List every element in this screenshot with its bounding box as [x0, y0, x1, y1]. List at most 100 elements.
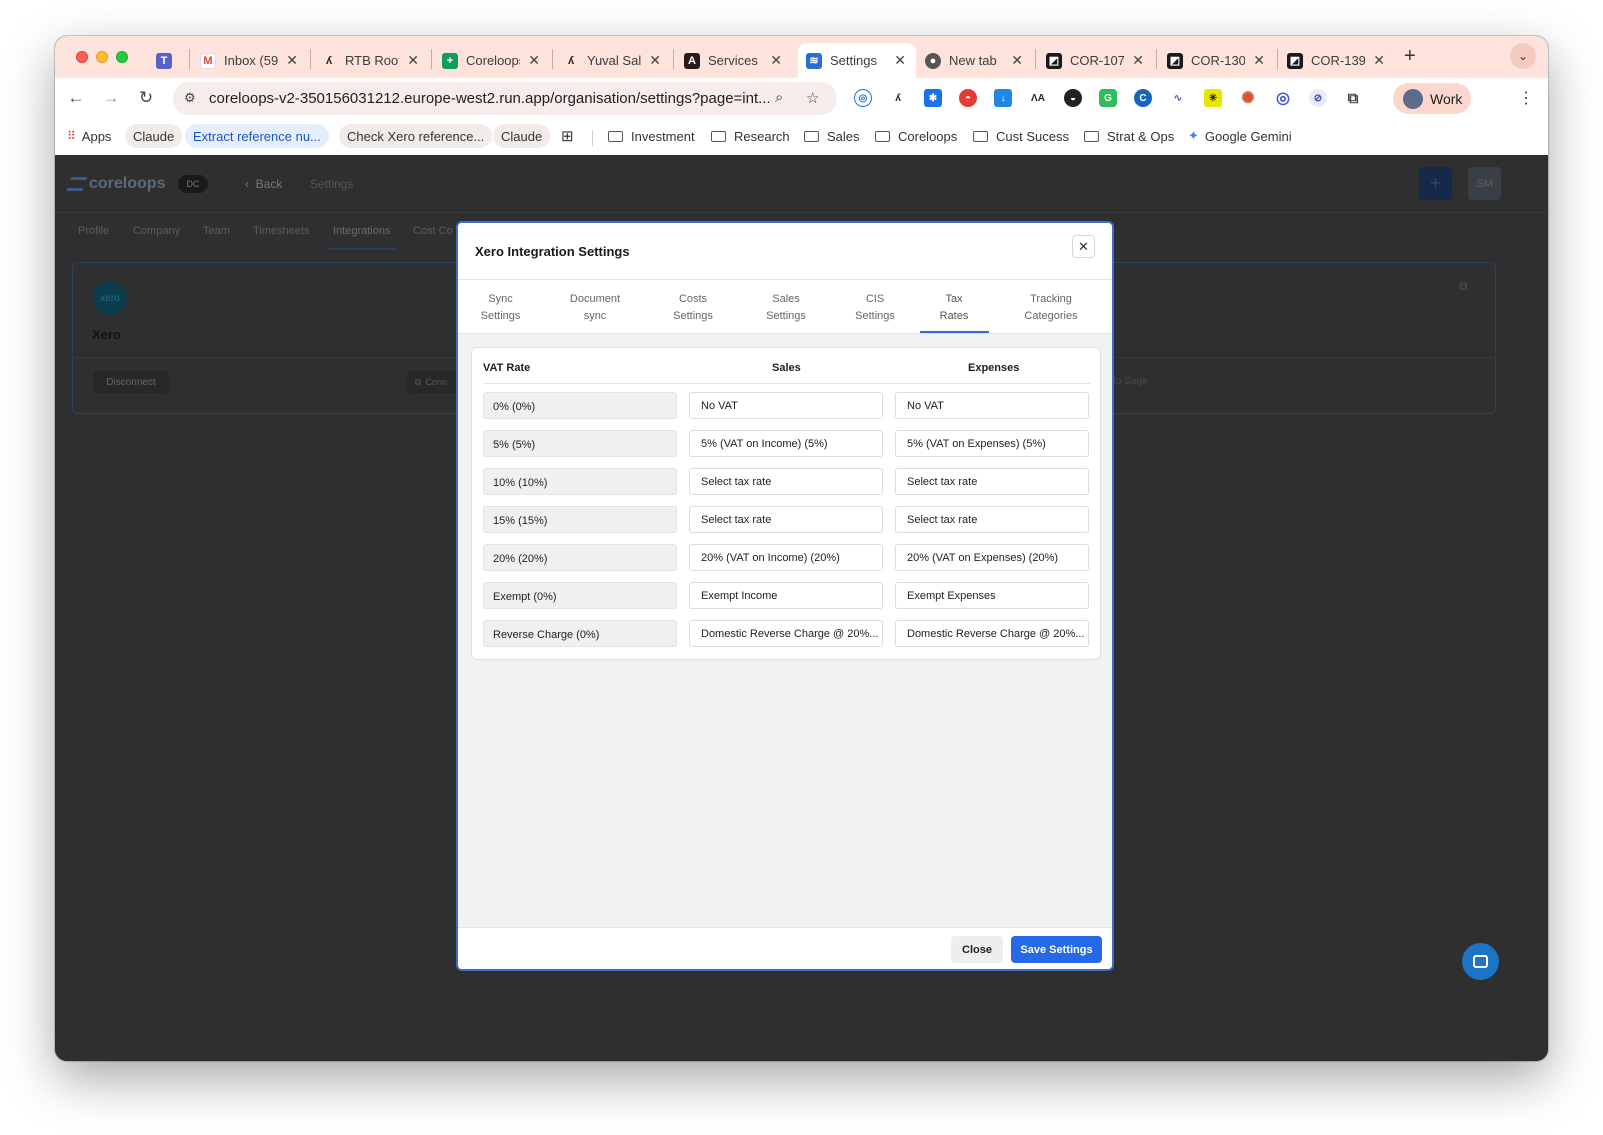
tab-team[interactable]: Team: [203, 225, 230, 237]
sales-tax-select[interactable]: Domestic Reverse Charge @ 20%...: [689, 620, 883, 647]
extension-claude-icon[interactable]: ✺: [1239, 89, 1257, 107]
tab-close-icon[interactable]: ✕: [770, 52, 782, 69]
bookmark-apps[interactable]: ⠿ Apps: [67, 124, 111, 148]
sales-tax-select[interactable]: 5% (VAT on Income) (5%): [689, 430, 883, 457]
back-link[interactable]: ‹ Back: [245, 177, 282, 191]
expenses-tax-select[interactable]: Select tax rate: [895, 506, 1089, 533]
tab-settings[interactable]: ≋ Settings ✕: [798, 43, 916, 78]
bookmark-folder-investment[interactable]: Investment: [608, 124, 695, 148]
bookmark-folder-sales[interactable]: Sales: [804, 124, 860, 148]
expenses-tax-select[interactable]: Select tax rate: [895, 468, 1089, 495]
sales-tax-select[interactable]: No VAT: [689, 392, 883, 419]
extension-pokeball-icon[interactable]: ◓: [959, 89, 977, 107]
add-button[interactable]: +: [1419, 167, 1452, 200]
maximize-window-button[interactable]: [116, 51, 128, 63]
tab-costs-settings[interactable]: Costs Settings: [671, 291, 715, 325]
tab-tracking-categories[interactable]: Tracking Categories: [1021, 291, 1081, 325]
tab-inbox[interactable]: M Inbox (59 ✕: [200, 43, 308, 78]
bookmark-claude-2[interactable]: Claude: [493, 124, 551, 148]
disconnect-button[interactable]: Disconnect: [93, 371, 169, 393]
tab-groups-grid-icon[interactable]: ⊞: [561, 124, 574, 148]
chat-launcher-button[interactable]: [1462, 943, 1499, 980]
expenses-tax-select[interactable]: No VAT: [895, 392, 1089, 419]
extension-green-icon[interactable]: G: [1099, 89, 1117, 107]
user-avatar[interactable]: SM: [1468, 167, 1501, 200]
bookmark-folder-research[interactable]: Research: [711, 124, 790, 148]
tab-cor-130[interactable]: ◩ COR-130 ✕: [1167, 43, 1275, 78]
expenses-tax-select[interactable]: Domestic Reverse Charge @ 20%...: [895, 620, 1089, 647]
bookmark-folder-strat-ops[interactable]: Strat & Ops: [1084, 124, 1174, 148]
page-overlay[interactable]: coreloops DC ‹ Back Settings + SM Profil…: [55, 155, 1548, 1061]
tab-close-icon[interactable]: ✕: [649, 52, 661, 69]
extension-lens-icon[interactable]: ◎: [854, 89, 872, 107]
bookmark-extract-reference[interactable]: Extract reference nu...: [185, 124, 329, 148]
tab-coreloops-sheet[interactable]: + Coreloops ✕: [442, 43, 550, 78]
coreloops-logo[interactable]: coreloops: [66, 175, 165, 193]
tab-search-chevron-icon[interactable]: ⌄: [1510, 43, 1536, 69]
sales-tax-select[interactable]: Select tax rate: [689, 506, 883, 533]
back-arrow-icon[interactable]: ←: [64, 86, 88, 110]
sales-tax-select[interactable]: Select tax rate: [689, 468, 883, 495]
extensions-puzzle-icon[interactable]: ⧉: [1344, 89, 1362, 107]
save-settings-button[interactable]: Save Settings: [1011, 936, 1102, 963]
minimize-window-button[interactable]: [96, 51, 108, 63]
bookmark-star-icon[interactable]: ☆: [806, 89, 819, 107]
expenses-tax-select[interactable]: Exempt Expenses: [895, 582, 1089, 609]
tab-rtb-roof[interactable]: ʎ RTB Roof ✕: [321, 43, 429, 78]
extension-star-icon[interactable]: ✳: [1204, 89, 1222, 107]
tab-services[interactable]: A Services ✕: [684, 43, 792, 78]
tab-integrations[interactable]: Integrations: [333, 225, 390, 237]
new-tab-button[interactable]: +: [1404, 45, 1416, 68]
extension-disk-icon[interactable]: ◒: [1064, 89, 1082, 107]
extension-person-icon[interactable]: ɅA: [1029, 89, 1047, 107]
tab-teams[interactable]: T: [156, 43, 186, 78]
tab-timesheets[interactable]: Timesheets: [253, 225, 309, 237]
tab-close-icon[interactable]: ✕: [1373, 52, 1385, 69]
tab-sales-settings[interactable]: Sales Settings: [764, 291, 808, 325]
tab-close-icon[interactable]: ✕: [286, 52, 298, 69]
url-text[interactable]: coreloops-v2-350156031212.europe-west2.r…: [209, 90, 769, 107]
tab-cis-settings[interactable]: CIS Settings: [853, 291, 897, 325]
tab-close-icon[interactable]: ✕: [894, 52, 906, 69]
tab-close-icon[interactable]: ✕: [1253, 52, 1265, 69]
sales-tax-select[interactable]: 20% (VAT on Income) (20%): [689, 544, 883, 571]
site-settings-icon[interactable]: ⚙: [184, 90, 196, 106]
tab-company[interactable]: Company: [133, 225, 180, 237]
extension-c-icon[interactable]: C: [1134, 89, 1152, 107]
tab-cor-107[interactable]: ◩ COR-107 ✕: [1046, 43, 1154, 78]
extension-rtb-icon[interactable]: ʎ: [889, 89, 907, 107]
tab-cost-codes[interactable]: Cost Co: [413, 225, 453, 237]
reload-icon[interactable]: ↻: [134, 86, 158, 110]
extension-jira-icon[interactable]: ✱: [924, 89, 942, 107]
external-link-icon[interactable]: ⧉: [1459, 279, 1468, 294]
tab-close-icon[interactable]: ✕: [407, 52, 419, 69]
tab-sync-settings[interactable]: Sync Settings: [480, 291, 521, 325]
extension-wave-icon[interactable]: ∿: [1169, 89, 1187, 107]
tab-cor-139[interactable]: ◩ COR-139 ✕: [1287, 43, 1395, 78]
bookmark-check-xero[interactable]: Check Xero reference...: [339, 124, 493, 148]
close-window-button[interactable]: [76, 51, 88, 63]
tab-document-sync[interactable]: Document sync: [566, 291, 624, 325]
address-bar[interactable]: ⚙ coreloops-v2-350156031212.europe-west2…: [173, 82, 837, 115]
extension-spiral-icon[interactable]: ◎: [1274, 89, 1292, 107]
tab-close-icon[interactable]: ✕: [1011, 52, 1023, 69]
org-badge[interactable]: DC: [178, 175, 208, 193]
expenses-tax-select[interactable]: 20% (VAT on Expenses) (20%): [895, 544, 1089, 571]
tab-close-icon[interactable]: ✕: [528, 52, 540, 69]
sales-tax-select[interactable]: Exempt Income: [689, 582, 883, 609]
forward-arrow-icon[interactable]: →: [99, 86, 123, 110]
browser-menu-icon[interactable]: ⋮: [1518, 88, 1534, 108]
zoom-search-icon[interactable]: ⌕: [775, 89, 783, 106]
tab-new-tab[interactable]: ● New tab ✕: [925, 43, 1033, 78]
extension-download-icon[interactable]: ↓: [994, 89, 1012, 107]
close-button[interactable]: Close: [951, 936, 1003, 963]
tab-tax-rates[interactable]: Tax Rates: [934, 291, 974, 325]
extension-compass-icon[interactable]: ⊘: [1309, 89, 1327, 107]
profile-button[interactable]: Work: [1393, 83, 1471, 114]
modal-close-button[interactable]: ✕: [1072, 235, 1095, 258]
tab-profile[interactable]: Profile: [78, 225, 109, 237]
bookmark-google-gemini[interactable]: ✦ Google Gemini: [1188, 124, 1292, 148]
tab-close-icon[interactable]: ✕: [1132, 52, 1144, 69]
bookmark-claude[interactable]: Claude: [125, 124, 183, 148]
tab-yuval[interactable]: ʎ Yuval Sal ✕: [563, 43, 671, 78]
